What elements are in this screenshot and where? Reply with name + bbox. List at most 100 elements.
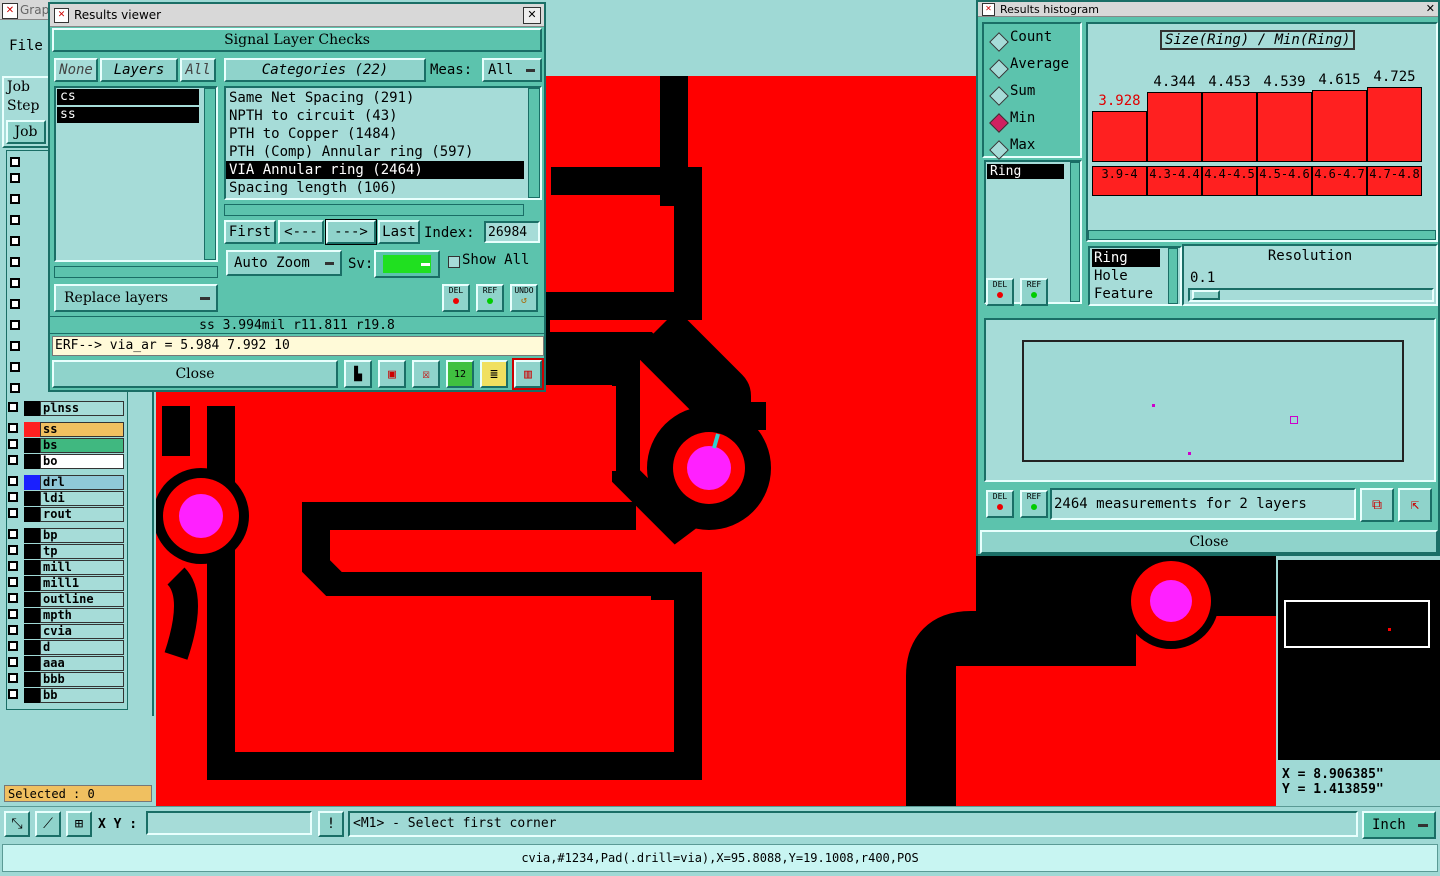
meas-dropdown[interactable]: All [482, 58, 542, 82]
category-item[interactable]: NPTH to circuit (43) [226, 107, 524, 125]
overview-panel[interactable] [1278, 560, 1440, 760]
category-item[interactable]: VIA Annular ring (2464) [226, 161, 524, 179]
ref-icon[interactable]: REF [476, 284, 504, 312]
categories-hscrollbar[interactable] [224, 204, 524, 216]
category-item[interactable]: Same Net Spacing (291) [226, 89, 524, 107]
info-icon[interactable]: ! [318, 811, 344, 837]
replace-layers-dropdown[interactable]: Replace layers [54, 284, 218, 312]
histogram-bar[interactable] [1147, 92, 1202, 162]
layer-color-swatch[interactable] [24, 640, 40, 655]
layer-color-swatch[interactable] [24, 544, 40, 559]
category-item[interactable]: PTH (Comp) Annular ring (597) [226, 143, 524, 161]
bar-range-label[interactable]: 4.4-4.5 [1202, 166, 1257, 196]
field-scrollbar[interactable] [1070, 162, 1080, 302]
close-icon[interactable]: ✕ [523, 7, 541, 24]
layers-button[interactable]: Layers [100, 58, 178, 82]
layer-color-swatch[interactable] [24, 454, 40, 469]
del-icon[interactable]: DEL [442, 284, 470, 312]
layer-color-swatch[interactable] [24, 592, 40, 607]
xy-input[interactable] [146, 811, 312, 835]
layer-row-outline[interactable]: outline [6, 592, 124, 607]
layer-name[interactable]: mill1 [40, 576, 124, 591]
layer-color-swatch[interactable] [24, 672, 40, 687]
layer-name[interactable]: bs [40, 438, 124, 453]
layer-name[interactable]: bp [40, 528, 124, 543]
layer-checkbox[interactable] [10, 215, 20, 225]
resolution-slider[interactable] [1188, 288, 1434, 302]
histogram-bar[interactable] [1367, 87, 1422, 162]
show-all-checkbox[interactable] [448, 256, 460, 268]
layer-name[interactable]: mill [40, 560, 124, 575]
histogram-bar[interactable] [1312, 90, 1367, 162]
chart-tool-icon[interactable]: ▙ [344, 360, 372, 388]
hist-ref-icon[interactable]: REF [1020, 278, 1048, 306]
layer-name[interactable]: outline [40, 592, 124, 607]
histogram-bar[interactable] [1092, 111, 1147, 162]
layer-name[interactable]: bo [40, 454, 124, 469]
categories-listbox[interactable]: Same Net Spacing (291) NPTH to circuit (4… [224, 86, 542, 200]
layer-checkbox[interactable] [10, 173, 20, 183]
all-layers-button[interactable]: All [180, 58, 216, 82]
close-icon[interactable]: ✕ [1426, 2, 1435, 15]
layer-checkbox[interactable] [10, 257, 20, 267]
bar-range-label[interactable]: 4.5-4.6 [1257, 166, 1312, 196]
histogram-bar[interactable] [1257, 92, 1312, 162]
layer-row-drl[interactable]: drl [6, 475, 124, 490]
layer-row-cvia[interactable]: cvia [6, 624, 124, 639]
layer-checkbox[interactable] [8, 455, 18, 465]
layer-checkbox[interactable] [8, 439, 18, 449]
layer-checkbox[interactable] [8, 609, 18, 619]
layer-checkbox[interactable] [10, 383, 20, 393]
sv-color-dropdown[interactable] [374, 250, 440, 278]
layer-row-bp[interactable]: bp [6, 528, 124, 543]
measure-tool-icon[interactable]: ⟋ [35, 811, 61, 837]
layer-row-ldi[interactable]: ldi [6, 491, 124, 506]
summary-del-icon[interactable]: DEL [986, 490, 1014, 518]
layer-checkbox[interactable] [8, 402, 18, 412]
summary-ref-icon[interactable]: REF [1020, 490, 1048, 518]
prev-button[interactable]: <--- [278, 220, 324, 244]
layer-color-swatch[interactable] [24, 438, 40, 453]
layer-list-scrollbar[interactable] [204, 88, 216, 260]
layer-row-d[interactable]: d [6, 640, 124, 655]
layer-checkbox[interactable] [8, 561, 18, 571]
chart-hscrollbar[interactable] [1088, 230, 1436, 240]
layer-listbox[interactable]: cs ss [54, 86, 218, 262]
stat-radio-max[interactable] [989, 140, 1009, 160]
close-button[interactable]: Close [52, 360, 338, 388]
layer-name[interactable]: d [40, 640, 124, 655]
layer-name[interactable]: drl [40, 475, 124, 490]
layer-color-swatch[interactable] [24, 624, 40, 639]
layer-color-swatch[interactable] [24, 576, 40, 591]
numbering-icon[interactable]: 12 [446, 360, 474, 388]
none-button[interactable]: None [54, 58, 98, 82]
layer-row-aaa[interactable]: aaa [6, 656, 124, 671]
layer-name[interactable]: tp [40, 544, 124, 559]
via-drill-2[interactable] [179, 494, 223, 538]
bar-range-label[interactable]: 3.9-4 [1092, 166, 1147, 196]
layer-row-bb[interactable]: bb [6, 688, 124, 703]
histogram-bar[interactable] [1202, 92, 1257, 162]
layer-checkbox[interactable] [10, 278, 20, 288]
layer-checkbox[interactable] [8, 641, 18, 651]
preview-area[interactable] [984, 318, 1436, 482]
bar-range-label[interactable]: 4.3-4.4 [1147, 166, 1202, 196]
layer-color-swatch[interactable] [24, 401, 40, 416]
ring-scrollbar[interactable] [1168, 248, 1178, 304]
layer-name[interactable]: mpth [40, 608, 124, 623]
layer-color-swatch[interactable] [24, 608, 40, 623]
stat-radio-sum[interactable] [989, 86, 1009, 106]
ring-item[interactable]: Ring [1092, 249, 1160, 267]
layer-color-swatch[interactable] [24, 491, 40, 506]
layer-row-bs[interactable]: bs [6, 438, 124, 453]
layer-name[interactable]: rout [40, 507, 124, 522]
layer-checkbox[interactable] [10, 236, 20, 246]
layer-row-mill[interactable]: mill [6, 560, 124, 575]
layer-name[interactable]: ldi [40, 491, 124, 506]
layer-row-rout[interactable]: rout [6, 507, 124, 522]
layer-row-mpth[interactable]: mpth [6, 608, 124, 623]
layer-checkbox[interactable] [10, 341, 20, 351]
auto-zoom-dropdown[interactable]: Auto Zoom [226, 250, 342, 276]
ring-item[interactable]: Feature [1092, 285, 1160, 303]
hist-del-icon[interactable]: DEL [986, 278, 1014, 306]
